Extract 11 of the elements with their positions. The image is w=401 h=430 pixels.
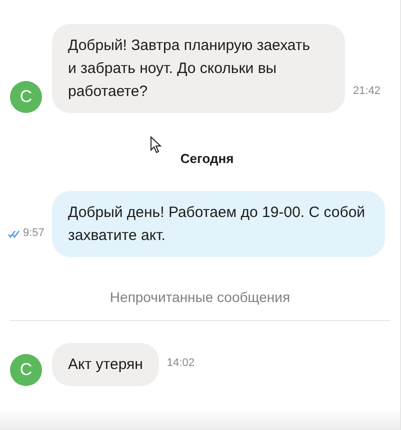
message-time: 9:57: [23, 226, 44, 242]
avatar: С: [10, 81, 42, 113]
message-time: 14:02: [166, 356, 194, 371]
unread-divider-label: Непрочитанные сообщения: [110, 288, 290, 307]
avatar: С: [10, 354, 42, 386]
message-bubble: Акт утерян: [52, 342, 159, 386]
cursor-icon: [150, 136, 162, 154]
message-bubble: Добрый! Завтра планирую заехать и забрать ноут. До скольки вы работаете?: [52, 24, 345, 113]
date-separator: Сегодня: [180, 150, 234, 168]
message-time: 21:42: [353, 84, 381, 98]
message-bubble: Добрый день! Работаем до 19-00. С собой захватите акт.: [52, 190, 385, 256]
